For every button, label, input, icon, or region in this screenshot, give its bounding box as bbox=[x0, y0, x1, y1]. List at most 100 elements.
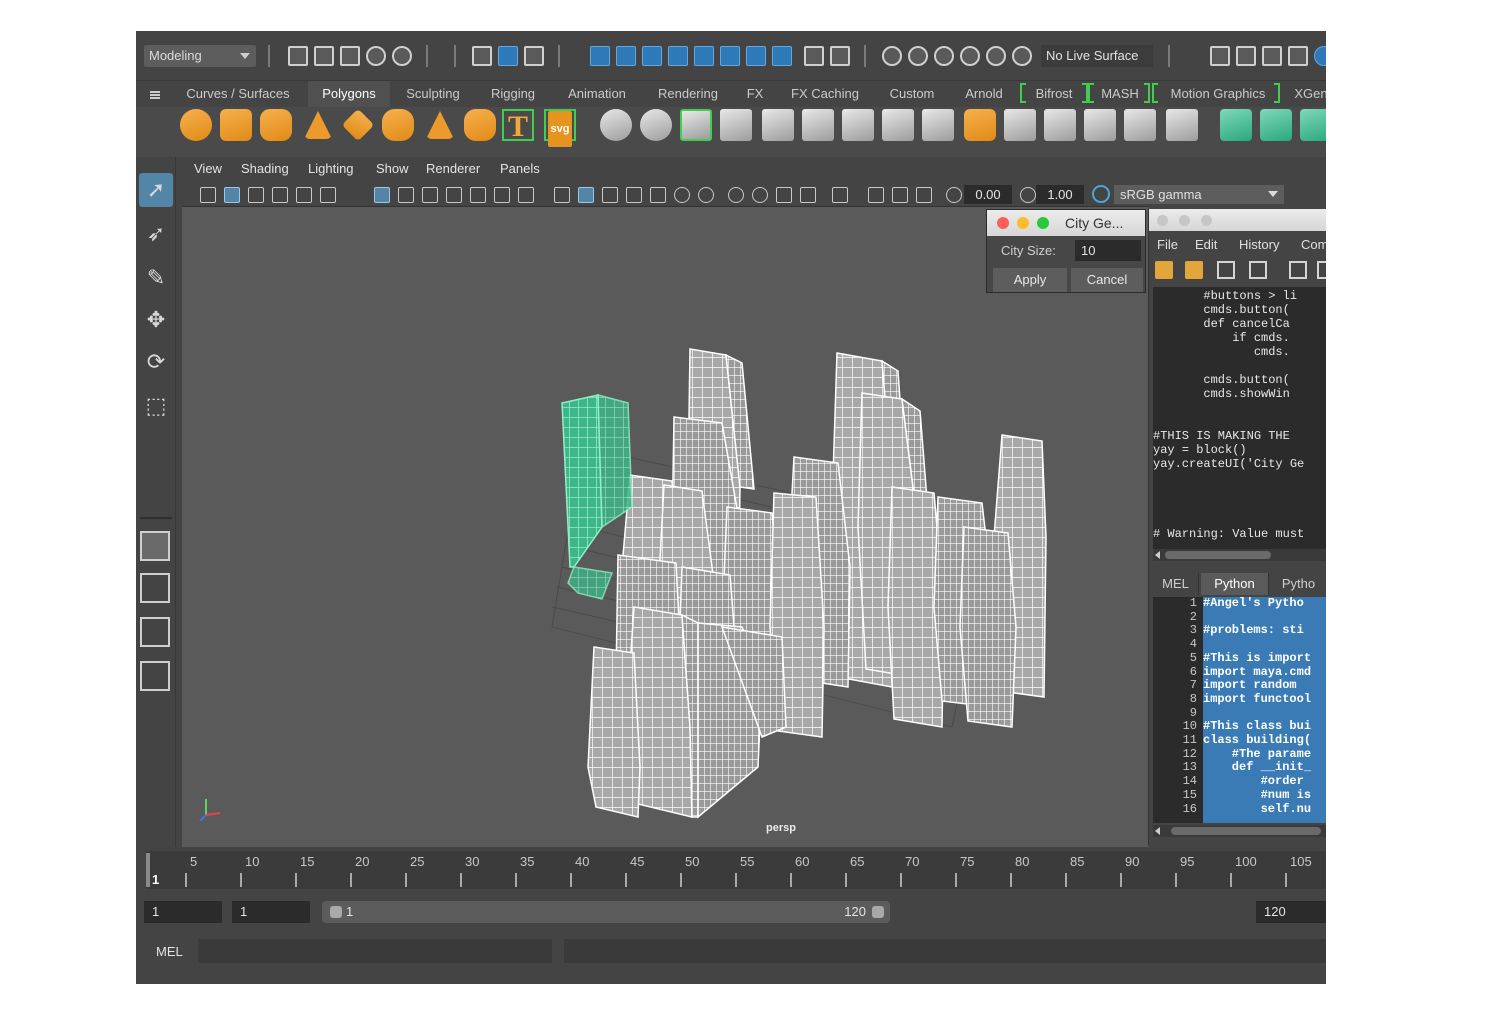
spherical-map-icon[interactable] bbox=[1300, 109, 1326, 141]
help-icon[interactable] bbox=[772, 46, 792, 66]
script-history-output[interactable]: #buttons > li cmds.button( def cancelCa … bbox=[1153, 287, 1326, 549]
exposure-field[interactable]: 0.00 bbox=[964, 185, 1012, 204]
multi-cut-icon[interactable] bbox=[842, 109, 874, 141]
wireframe-icon[interactable] bbox=[554, 187, 570, 203]
live-surface-icon[interactable] bbox=[1012, 46, 1032, 66]
script-editor-titlebar[interactable] bbox=[1149, 209, 1326, 231]
cylindrical-map-icon[interactable] bbox=[1260, 109, 1292, 141]
use-lights-icon[interactable] bbox=[674, 187, 690, 203]
playback-start-field[interactable]: 1 bbox=[232, 901, 310, 923]
motion-blur-icon[interactable] bbox=[752, 187, 768, 203]
redo-icon[interactable] bbox=[392, 46, 412, 66]
safe-action-icon[interactable] bbox=[494, 187, 510, 203]
render-settings-icon[interactable] bbox=[1288, 46, 1308, 66]
save-scene-icon[interactable] bbox=[340, 46, 360, 66]
camera-icon[interactable] bbox=[200, 187, 216, 203]
clear-history-icon[interactable] bbox=[1289, 261, 1307, 279]
gamma-icon[interactable] bbox=[1020, 187, 1036, 203]
symmetry-icon[interactable] bbox=[746, 46, 766, 66]
two-d-pan-icon[interactable] bbox=[296, 187, 312, 203]
screen-space-ao-icon[interactable] bbox=[728, 187, 744, 203]
color-space-select[interactable]: sRGB gamma bbox=[1114, 185, 1284, 204]
range-end-handle[interactable] bbox=[872, 906, 884, 918]
range-slider[interactable]: 1 120 bbox=[322, 901, 890, 923]
city-size-field[interactable]: 10 bbox=[1075, 240, 1141, 261]
menu-panels[interactable]: Panels bbox=[500, 161, 540, 176]
lasso-tool-button[interactable]: ➶ bbox=[139, 217, 173, 251]
gate-mask-icon[interactable] bbox=[446, 187, 462, 203]
wireframe-on-shaded-icon[interactable] bbox=[602, 187, 618, 203]
tab-arnold[interactable]: Arnold bbox=[956, 81, 1012, 107]
input-scrollbar[interactable] bbox=[1153, 825, 1326, 837]
separate-icon[interactable] bbox=[640, 109, 672, 141]
poly-type-icon[interactable]: T bbox=[502, 109, 534, 143]
poly-svg-icon[interactable]: svg bbox=[544, 109, 576, 147]
output-ops-icon[interactable] bbox=[960, 46, 980, 66]
scroll-thumb[interactable] bbox=[1165, 551, 1271, 559]
tab-mel[interactable]: MEL bbox=[1153, 573, 1199, 595]
save-script-icon[interactable] bbox=[1217, 261, 1235, 279]
animation-start-field[interactable]: 1 bbox=[144, 901, 222, 923]
backface-culling-icon[interactable] bbox=[916, 187, 932, 203]
undo-icon[interactable] bbox=[366, 46, 386, 66]
script-input-area[interactable]: 1 2 3 4 5 6 7 8 9 10 11 12 13 14 15 16 #… bbox=[1153, 597, 1326, 823]
menu-shading[interactable]: Shading bbox=[241, 161, 289, 176]
extrude-icon[interactable] bbox=[762, 109, 794, 141]
planar-map-icon[interactable] bbox=[1220, 109, 1252, 141]
merge-icon[interactable] bbox=[922, 109, 954, 141]
tab-rigging[interactable]: Rigging bbox=[478, 81, 548, 107]
gamma-field[interactable]: 1.00 bbox=[1036, 185, 1084, 204]
menu-edit[interactable]: Edit bbox=[1195, 237, 1217, 252]
scale-tool-button[interactable]: ⬚ bbox=[139, 389, 173, 423]
cancel-button[interactable]: Cancel bbox=[1071, 268, 1143, 292]
poly-pipe-icon[interactable] bbox=[464, 109, 496, 141]
lock-icon[interactable] bbox=[804, 46, 824, 66]
maximize-icon[interactable] bbox=[1201, 215, 1212, 226]
snap-projected-icon[interactable] bbox=[668, 46, 688, 66]
render-frame-icon[interactable] bbox=[1236, 46, 1256, 66]
history-scrollbar[interactable] bbox=[1153, 549, 1326, 561]
textured-icon[interactable] bbox=[626, 187, 642, 203]
menu-renderer[interactable]: Renderer bbox=[426, 161, 480, 176]
fill-hole-icon[interactable] bbox=[964, 109, 996, 141]
uv-editor-icon[interactable] bbox=[1166, 109, 1198, 141]
tab-mash[interactable]: MASH bbox=[1096, 81, 1144, 107]
history-icon[interactable] bbox=[882, 46, 902, 66]
render-view-icon[interactable] bbox=[1210, 46, 1230, 66]
menu-view[interactable]: View bbox=[194, 161, 222, 176]
rotate-tool-button[interactable]: ⟳ bbox=[139, 345, 173, 379]
outliner-layout-button[interactable] bbox=[140, 661, 170, 691]
bevel-icon[interactable] bbox=[882, 109, 914, 141]
select-component-icon[interactable] bbox=[524, 46, 544, 66]
four-pane-layout-button[interactable] bbox=[140, 573, 170, 603]
ipr-render-icon[interactable] bbox=[1262, 46, 1282, 66]
depth-of-field-icon[interactable] bbox=[800, 187, 816, 203]
magnet-icon[interactable] bbox=[986, 46, 1006, 66]
single-pane-layout-button[interactable] bbox=[140, 531, 170, 561]
apply-button[interactable]: Apply bbox=[993, 268, 1067, 292]
time-slider[interactable]: 5 10 15 20 25 30 35 40 45 50 55 60 65 70 75 80 85 90 95 100… bbox=[136, 851, 1326, 891]
make-live-icon[interactable] bbox=[720, 46, 740, 66]
select-hierarchy-icon[interactable] bbox=[472, 46, 492, 66]
hypershade-icon[interactable] bbox=[1314, 46, 1326, 66]
tab-python-2[interactable]: Pytho bbox=[1271, 573, 1326, 595]
anti-aliasing-icon[interactable] bbox=[776, 187, 792, 203]
poly-sphere-icon[interactable] bbox=[180, 109, 212, 141]
exposure-icon[interactable] bbox=[946, 187, 962, 203]
viewport-scene[interactable] bbox=[182, 207, 1148, 847]
clear-input-icon[interactable] bbox=[1317, 261, 1326, 279]
close-icon[interactable] bbox=[1157, 215, 1168, 226]
playback-end-field[interactable]: 120 bbox=[1256, 901, 1326, 923]
append-polygon-icon[interactable] bbox=[1084, 109, 1116, 141]
bookmark-icon[interactable] bbox=[248, 187, 264, 203]
tab-fx-caching[interactable]: FX Caching bbox=[782, 81, 868, 107]
paint-select-tool-button[interactable]: ✎ bbox=[139, 261, 173, 295]
snap-curve-icon[interactable] bbox=[616, 46, 636, 66]
maximize-icon[interactable] bbox=[1037, 217, 1049, 229]
minimize-icon[interactable] bbox=[1017, 217, 1029, 229]
select-object-icon[interactable] bbox=[498, 46, 518, 66]
tab-python[interactable]: Python bbox=[1201, 573, 1269, 595]
open-scene-icon[interactable] bbox=[314, 46, 334, 66]
tab-fx[interactable]: FX bbox=[740, 81, 770, 107]
image-plane-icon[interactable] bbox=[272, 187, 288, 203]
